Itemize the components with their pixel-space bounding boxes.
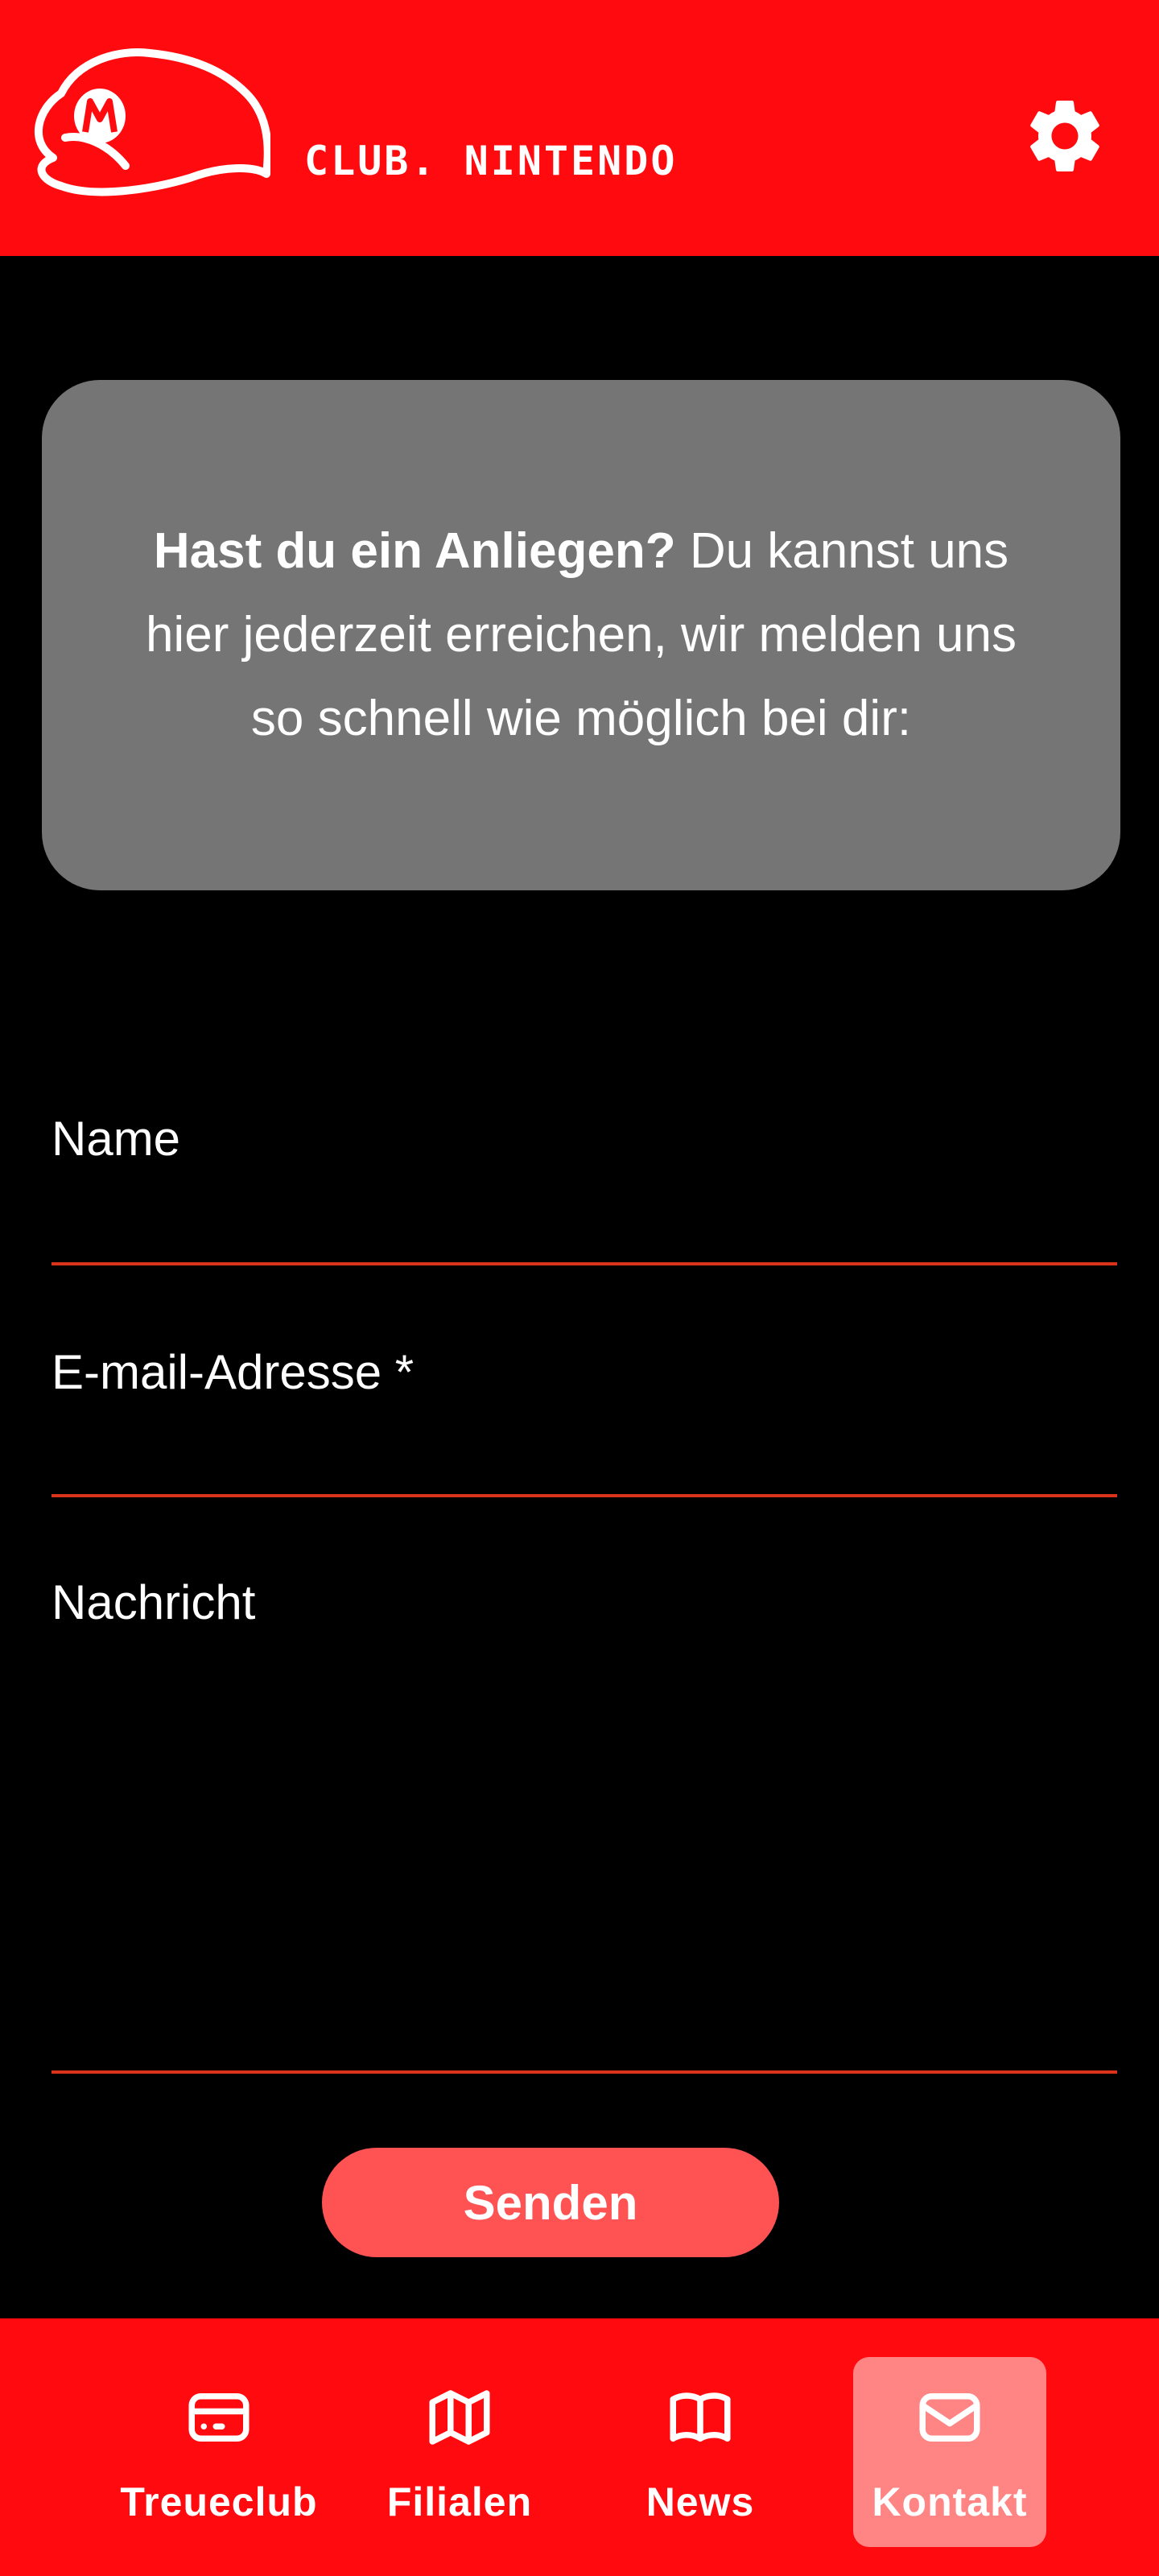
email-label: E-mail-Adresse * xyxy=(52,1345,415,1399)
nav-item-treueclub[interactable]: Treueclub xyxy=(120,2357,317,2547)
card-icon xyxy=(188,2393,250,2442)
info-text: Hast du ein Anliegen? Du kannst uns hier… xyxy=(122,510,1040,761)
nav-label-treueclub: Treueclub xyxy=(120,2479,318,2524)
nav-item-kontakt[interactable]: Kontakt xyxy=(853,2357,1046,2547)
map-icon xyxy=(429,2390,490,2445)
mario-cap-logo-icon xyxy=(35,48,270,196)
message-label: Nachricht xyxy=(52,1575,256,1629)
brand-name: CLUB. NINTENDO xyxy=(304,138,678,184)
email-input[interactable] xyxy=(52,1423,1120,1489)
contact-page: CLUB. NINTENDO Hast du ein Anliegen? Du … xyxy=(0,0,1159,2576)
gear-icon[interactable] xyxy=(1021,92,1109,180)
message-field[interactable]: Nachricht xyxy=(52,1558,1120,2074)
book-icon xyxy=(670,2392,731,2442)
nav-item-news[interactable]: News xyxy=(604,2357,797,2547)
email-field[interactable]: E-mail-Adresse * xyxy=(52,1328,1120,1497)
nav-item-filialen[interactable]: Filialen xyxy=(363,2357,556,2547)
name-field[interactable]: Name xyxy=(52,1095,1120,1265)
app-header: CLUB. NINTENDO xyxy=(0,0,1159,256)
name-label: Name xyxy=(52,1112,181,1166)
nav-label-news: News xyxy=(645,2479,755,2524)
nav-label-filialen: Filialen xyxy=(386,2479,533,2524)
name-input[interactable] xyxy=(52,1191,1120,1257)
info-card: Hast du ein Anliegen? Du kannst uns hier… xyxy=(42,380,1120,890)
bottom-navigation: Treueclub Filialen News Kontakt xyxy=(0,2318,1159,2576)
mail-icon xyxy=(919,2393,980,2442)
send-button[interactable]: Senden xyxy=(322,2148,779,2257)
message-textarea[interactable] xyxy=(52,1647,1120,2053)
info-bold-text: Hast du ein Anliegen? xyxy=(153,523,676,579)
nav-label-kontakt: Kontakt xyxy=(872,2479,1028,2524)
